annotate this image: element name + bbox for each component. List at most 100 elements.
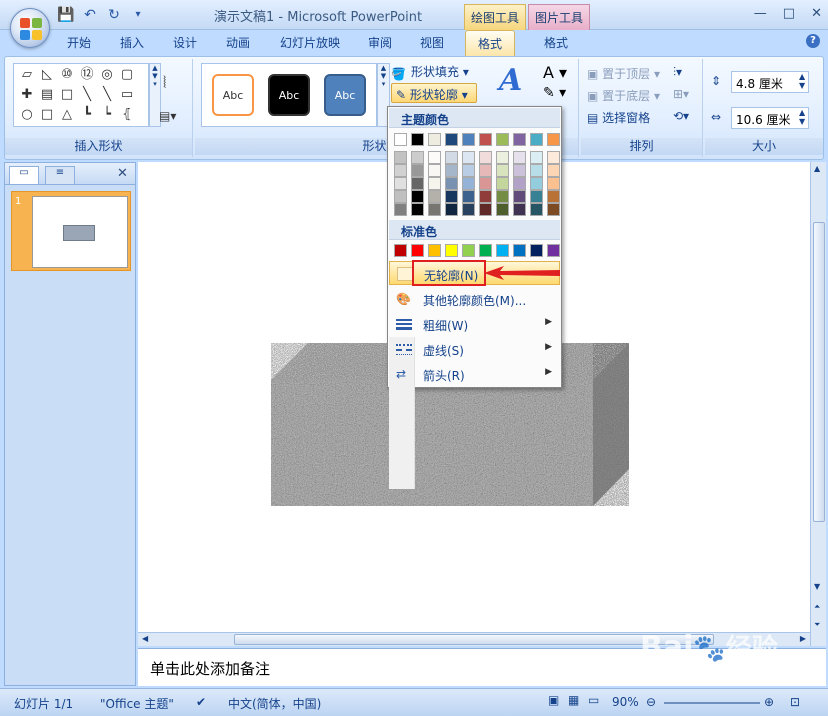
theme-color-shade-swatch[interactable] <box>530 151 543 164</box>
standard-color-swatch[interactable] <box>394 244 407 257</box>
spellcheck-icon[interactable]: ✔ <box>196 695 206 709</box>
zoom-out-icon[interactable]: ⊖ <box>646 695 656 709</box>
theme-color-shade-swatch[interactable] <box>496 177 509 190</box>
scroll-right-icon[interactable]: ▶ <box>800 634 806 643</box>
next-slide-icon[interactable]: ⏷ <box>814 620 820 630</box>
theme-colors-header: 主题颜色 <box>389 108 560 128</box>
slideshow-view-icon[interactable]: ▭ <box>588 693 599 707</box>
theme-color-shade-swatch[interactable] <box>513 177 526 190</box>
theme-color-swatch[interactable] <box>411 133 424 146</box>
line-weight-icon <box>396 317 412 331</box>
theme-color-swatch[interactable] <box>496 133 509 146</box>
theme-color-shade-swatch[interactable] <box>513 190 526 203</box>
theme-color-swatch[interactable] <box>462 133 475 146</box>
theme-color-swatch[interactable] <box>428 133 441 146</box>
fit-window-icon[interactable]: ⊡ <box>790 695 800 709</box>
standard-color-swatch[interactable] <box>479 244 492 257</box>
standard-color-swatch[interactable] <box>496 244 509 257</box>
theme-color-shade-swatch[interactable] <box>547 164 560 177</box>
standard-color-swatch[interactable] <box>513 244 526 257</box>
slide-sorter-icon[interactable]: ▦ <box>568 693 579 707</box>
theme-color-shade-swatch[interactable] <box>411 151 424 164</box>
theme-color-shade-swatch[interactable] <box>428 151 441 164</box>
theme-color-shade-swatch[interactable] <box>411 177 424 190</box>
office-button[interactable] <box>10 8 50 48</box>
slide-vertical-scrollbar[interactable]: ▲ ▼ ⏶ ⏷ <box>810 162 826 646</box>
vertical-scroll-thumb[interactable] <box>813 222 825 682</box>
theme-color-swatch[interactable] <box>513 133 526 146</box>
prev-slide-icon[interactable]: ⏶ <box>814 602 820 612</box>
theme-color-shade-swatch[interactable] <box>496 190 509 203</box>
theme-color-shade-swatch[interactable] <box>479 190 492 203</box>
theme-color-shade-swatch[interactable] <box>428 203 441 216</box>
theme-color-shade-swatch[interactable] <box>479 151 492 164</box>
theme-color-shade-swatch[interactable] <box>428 164 441 177</box>
no-outline-swatch-icon <box>397 267 413 281</box>
theme-color-shade-swatch[interactable] <box>462 151 475 164</box>
theme-color-swatch[interactable] <box>479 133 492 146</box>
theme-color-shade-swatch[interactable] <box>445 151 458 164</box>
theme-color-shade-swatch[interactable] <box>411 203 424 216</box>
standard-colors-header: 标准色 <box>389 220 560 240</box>
theme-color-shade-swatch[interactable] <box>445 203 458 216</box>
theme-color-shade-swatch[interactable] <box>479 177 492 190</box>
theme-color-shade-swatch[interactable] <box>479 164 492 177</box>
standard-color-swatch[interactable] <box>428 244 441 257</box>
theme-color-shade-swatch[interactable] <box>530 203 543 216</box>
theme-color-shade-swatch[interactable] <box>530 177 543 190</box>
theme-color-shade-swatch[interactable] <box>428 177 441 190</box>
more-outline-colors-item[interactable]: 🎨 其他轮廓颜色(M)... <box>389 287 560 311</box>
theme-color-shade-swatch[interactable] <box>462 164 475 177</box>
theme-color-shade-swatch[interactable] <box>428 190 441 203</box>
standard-color-swatch[interactable] <box>530 244 543 257</box>
theme-color-shade-swatch[interactable] <box>394 203 407 216</box>
theme-color-shade-swatch[interactable] <box>496 164 509 177</box>
watermark-brand2: 经验 <box>725 634 778 664</box>
standard-color-swatch[interactable] <box>547 244 560 257</box>
theme-color-shade-swatch[interactable] <box>547 151 560 164</box>
status-slide: 幻灯片 1/1 <box>14 697 74 711</box>
theme-color-shade-swatch[interactable] <box>513 151 526 164</box>
theme-color-shade-swatch[interactable] <box>513 203 526 216</box>
dash-line-icon <box>396 342 412 356</box>
standard-color-swatch[interactable] <box>445 244 458 257</box>
color-palette-icon: 🎨 <box>396 292 411 306</box>
theme-color-shade-swatch[interactable] <box>496 151 509 164</box>
theme-color-shade-swatch[interactable] <box>394 177 407 190</box>
theme-color-shade-swatch[interactable] <box>445 164 458 177</box>
theme-color-shade-swatch[interactable] <box>530 164 543 177</box>
scroll-left-icon[interactable]: ◀ <box>142 634 148 643</box>
theme-color-shade-swatch[interactable] <box>547 177 560 190</box>
arrows-item[interactable]: ⇄ 箭头(R) ▶ <box>389 362 560 386</box>
theme-color-shade-swatch[interactable] <box>462 177 475 190</box>
theme-color-shade-swatch[interactable] <box>394 151 407 164</box>
scroll-up-icon[interactable]: ▲ <box>814 164 820 173</box>
theme-color-swatch[interactable] <box>547 133 560 146</box>
theme-color-swatch[interactable] <box>394 133 407 146</box>
dashes-item[interactable]: 虚线(S) ▶ <box>389 337 560 361</box>
normal-view-icon[interactable]: ▣ <box>548 693 559 707</box>
theme-color-shade-swatch[interactable] <box>496 203 509 216</box>
standard-color-swatch[interactable] <box>411 244 424 257</box>
theme-color-shade-swatch[interactable] <box>411 190 424 203</box>
theme-color-shade-swatch[interactable] <box>394 190 407 203</box>
zoom-slider[interactable] <box>664 702 760 704</box>
theme-color-swatch[interactable] <box>445 133 458 146</box>
theme-color-shade-swatch[interactable] <box>445 190 458 203</box>
standard-color-swatch[interactable] <box>462 244 475 257</box>
theme-color-swatch[interactable] <box>530 133 543 146</box>
theme-color-shade-swatch[interactable] <box>547 190 560 203</box>
zoom-in-icon[interactable]: ⊕ <box>764 695 774 709</box>
theme-color-shade-swatch[interactable] <box>462 203 475 216</box>
theme-color-shade-swatch[interactable] <box>445 177 458 190</box>
theme-color-shade-swatch[interactable] <box>411 164 424 177</box>
scroll-down-icon[interactable]: ▼ <box>814 582 820 591</box>
weight-item[interactable]: 粗细(W) ▶ <box>389 312 560 336</box>
theme-color-shade-swatch[interactable] <box>530 190 543 203</box>
theme-color-shade-swatch[interactable] <box>547 203 560 216</box>
theme-color-shade-swatch[interactable] <box>394 164 407 177</box>
theme-color-shade-swatch[interactable] <box>513 164 526 177</box>
theme-color-shade-swatch[interactable] <box>479 203 492 216</box>
zoom-level[interactable]: 90% <box>612 695 639 709</box>
theme-color-shade-swatch[interactable] <box>462 190 475 203</box>
